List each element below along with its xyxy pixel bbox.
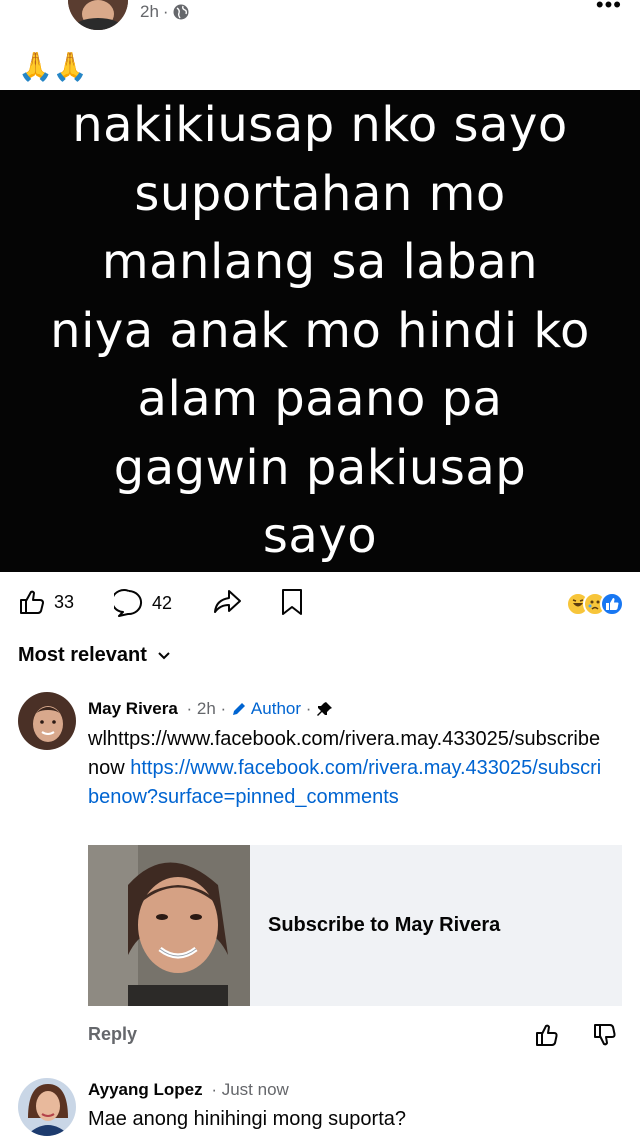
- text-post-line: suportahan mo: [134, 165, 506, 222]
- text-post-line: gagwin pakiusap: [113, 439, 527, 496]
- text-post-line: nakikiusap nko sayo: [72, 97, 568, 154]
- pin-icon: [317, 702, 333, 716]
- downvote-icon[interactable]: [592, 1022, 618, 1048]
- post-meta: 2h ·: [140, 2, 189, 22]
- like-count: 33: [54, 591, 75, 612]
- text-post-line: manlang sa laban: [101, 234, 539, 291]
- comment-button[interactable]: 42: [114, 588, 172, 618]
- comment-text: Mae anong hinihingi mong suporta?: [88, 1108, 406, 1130]
- comment-link[interactable]: https://www.facebook.com/rivera.may.4330…: [88, 757, 601, 808]
- post-caption: 🙏🙏: [18, 51, 88, 82]
- action-bar: 33 42: [0, 584, 640, 626]
- post-header: 2h · •••: [0, 0, 640, 40]
- comment-sort-dropdown[interactable]: Most relevant: [18, 644, 171, 667]
- upvote-icon[interactable]: [534, 1022, 560, 1048]
- comment-icon: [114, 589, 143, 617]
- reply-button[interactable]: Reply: [88, 1024, 137, 1044]
- comment-avatar[interactable]: [18, 1078, 76, 1136]
- back-arrow-icon[interactable]: [22, 0, 44, 8]
- reactions-summary[interactable]: [566, 592, 624, 616]
- comment-count: 42: [152, 592, 173, 613]
- text-post-line: niya anak mo hindi ko: [50, 302, 590, 359]
- sort-label: Most relevant: [18, 644, 147, 666]
- globe-icon: [173, 4, 189, 20]
- more-options-icon[interactable]: •••: [596, 0, 622, 18]
- text-post-content: nakikiusap nko sayo suportahan mo manlan…: [10, 91, 630, 571]
- comment-time: 2h: [196, 699, 216, 718]
- text-post-background[interactable]: nakikiusap nko sayo suportahan mo manlan…: [0, 90, 640, 572]
- author-badge: Author: [231, 699, 301, 719]
- link-preview-image: [88, 845, 250, 1006]
- chevron-down-icon: [158, 651, 170, 659]
- author-badge-label: Author: [250, 699, 302, 718]
- comment-avatar[interactable]: [18, 692, 76, 750]
- bookmark-icon: [282, 589, 302, 615]
- thumbs-up-icon: [20, 590, 44, 614]
- text-post-line: alam paano pa: [137, 371, 503, 428]
- like-emoji-icon: [600, 592, 624, 616]
- share-button[interactable]: [212, 588, 242, 616]
- comment-time: Just now: [221, 1080, 289, 1099]
- share-icon: [214, 590, 241, 613]
- comment-header: Ayyang Lopez · Just now: [88, 1080, 289, 1100]
- comment-header: May Rivera · 2h · Author ·: [88, 699, 334, 719]
- post-time: 2h: [140, 2, 159, 21]
- comment-author-name[interactable]: Ayyang Lopez: [88, 1080, 203, 1100]
- link-preview-title: Subscribe to May Rivera: [268, 914, 501, 936]
- pencil-icon: [232, 703, 245, 715]
- comment-author-name[interactable]: May Rivera: [88, 699, 178, 719]
- save-button[interactable]: [280, 588, 304, 616]
- text-post-line: sayo: [262, 508, 378, 565]
- poster-avatar[interactable]: [68, 0, 128, 30]
- link-preview-card[interactable]: Subscribe to May Rivera: [88, 845, 622, 1006]
- comment-text: wlhttps://www.facebook.com/rivera.may.43…: [88, 725, 608, 812]
- like-button[interactable]: 33: [18, 588, 74, 616]
- comment-actions: Reply: [88, 1022, 622, 1048]
